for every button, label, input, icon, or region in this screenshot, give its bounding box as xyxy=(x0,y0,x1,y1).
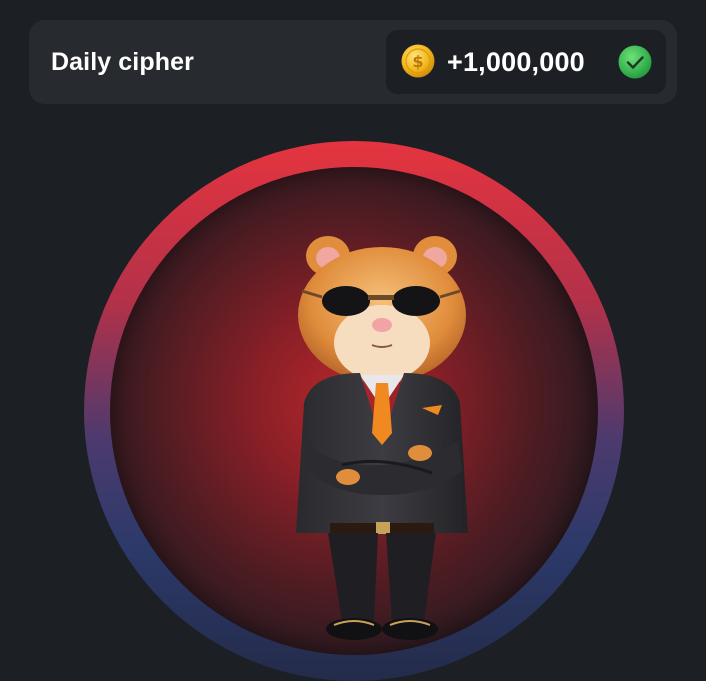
avatar-inner-circle xyxy=(110,167,598,655)
page: Daily cipher $ +1,000,000 xyxy=(0,0,706,681)
tap-avatar-button[interactable] xyxy=(84,141,624,681)
coin-icon: $ xyxy=(401,44,435,78)
daily-cipher-bar[interactable]: Daily cipher $ +1,000,000 xyxy=(29,20,677,104)
reward-pill: $ +1,000,000 xyxy=(386,30,666,94)
check-circle-icon xyxy=(618,45,652,79)
svg-text:$: $ xyxy=(412,52,423,71)
daily-cipher-title: Daily cipher xyxy=(51,48,194,76)
hamster-in-suit-icon xyxy=(296,236,468,640)
reward-amount: +1,000,000 xyxy=(447,47,585,77)
